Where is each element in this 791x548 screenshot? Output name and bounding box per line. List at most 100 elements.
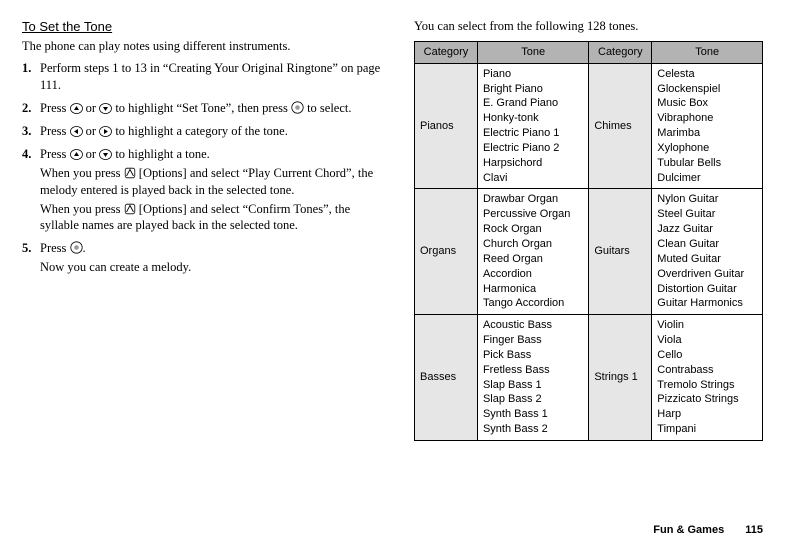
table-row: Organs Drawbar OrganPercussive OrganRock… [415,189,763,315]
step-text: Press or to highlight a tone. When you p… [40,146,392,234]
right-key-icon [99,126,112,137]
tone-list: Drawbar OrganPercussive OrganRock OrganC… [483,192,583,311]
footer-page: 115 [745,524,763,536]
list-item: Rock Organ [483,222,583,237]
list-item: Honky-tonk [483,111,583,126]
left-key-icon [70,126,83,137]
list-item: Pizzicato Strings [657,392,757,407]
center-key-icon [291,101,304,114]
col-header-tone: Tone [477,41,588,63]
list-item: Nylon Guitar [657,192,757,207]
list-item: Glockenspiel [657,82,757,97]
up-key-icon [70,103,83,114]
section-title: To Set the Tone [22,18,392,36]
category-cell: Basses [415,315,478,441]
table-header-row: Category Tone Category Tone [415,41,763,63]
list-item: Violin [657,318,757,333]
step-number: 1. [22,60,40,94]
tone-list: ViolinViolaCelloContrabassTremolo String… [657,318,757,437]
list-item: Harmonica [483,282,583,297]
tone-list: Nylon GuitarSteel GuitarJazz GuitarClean… [657,192,757,311]
list-item: Tremolo Strings [657,378,757,393]
category-cell: Chimes [589,63,652,189]
col-header-tone: Tone [652,41,763,63]
list-item: Guitar Harmonics [657,296,757,311]
category-cell: Organs [415,189,478,315]
table-row: Basses Acoustic BassFinger BassPick Bass… [415,315,763,441]
text-frag: Press [40,147,70,161]
text-frag: When you press [40,202,124,216]
list-item: Jazz Guitar [657,222,757,237]
right-intro: You can select from the following 128 to… [414,18,763,35]
list-item: Clavi [483,171,583,186]
col-header-category: Category [589,41,652,63]
step-5: 5. Press . Now you can create a melody. [22,240,392,276]
tone-cell: ViolinViolaCelloContrabassTremolo String… [652,315,763,441]
list-item: Electric Piano 2 [483,141,583,156]
list-item: Harp [657,407,757,422]
list-item: Accordion [483,267,583,282]
steps-list: 1. Perform steps 1 to 13 in “Creating Yo… [22,60,392,276]
page-footer: Fun & Games 115 [653,523,763,538]
softkey-icon [124,167,136,179]
step-subtext: When you press [Options] and select “Con… [40,201,392,235]
list-item: Marimba [657,126,757,141]
step-number: 3. [22,123,40,140]
down-key-icon [99,149,112,160]
list-item: Pick Bass [483,348,583,363]
list-item: Distortion Guitar [657,282,757,297]
list-item: Viola [657,333,757,348]
category-cell: Guitars [589,189,652,315]
footer-section: Fun & Games [653,524,724,536]
list-item: Bright Piano [483,82,583,97]
list-item: Timpani [657,422,757,437]
list-item: Electric Piano 1 [483,126,583,141]
step-subtext: Now you can create a melody. [40,259,392,276]
list-item: Dulcimer [657,171,757,186]
category-cell: Strings 1 [589,315,652,441]
step-2: 2. Press or to highlight “Set Tone”, the… [22,100,392,117]
tone-table: Category Tone Category Tone Pianos Piano… [414,41,763,441]
text-frag: or [83,101,100,115]
list-item: Acoustic Bass [483,318,583,333]
tone-cell: Nylon GuitarSteel GuitarJazz GuitarClean… [652,189,763,315]
tone-cell: Acoustic BassFinger BassPick BassFretles… [477,315,588,441]
text-frag: to highlight a tone. [112,147,210,161]
list-item: Fretless Bass [483,363,583,378]
text-frag: When you press [40,166,124,180]
text-frag: or [83,147,100,161]
text-frag: Press [40,241,70,255]
list-item: Church Organ [483,237,583,252]
list-item: Steel Guitar [657,207,757,222]
list-item: Cello [657,348,757,363]
table-row: Pianos PianoBright PianoE. Grand PianoHo… [415,63,763,189]
tone-list: CelestaGlockenspielMusic BoxVibraphoneMa… [657,67,757,186]
center-key-icon [70,241,83,254]
list-item: Vibraphone [657,111,757,126]
list-item: Synth Bass 1 [483,407,583,422]
list-item: Tango Accordion [483,296,583,311]
down-key-icon [99,103,112,114]
step-4: 4. Press or to highlight a tone. When yo… [22,146,392,234]
category-cell: Pianos [415,63,478,189]
step-text: Perform steps 1 to 13 in “Creating Your … [40,60,392,94]
left-column: To Set the Tone The phone can play notes… [22,18,392,441]
step-number: 4. [22,146,40,234]
list-item: Slap Bass 2 [483,392,583,407]
list-item: Muted Guitar [657,252,757,267]
list-item: Piano [483,67,583,82]
step-number: 5. [22,240,40,276]
list-item: Drawbar Organ [483,192,583,207]
step-number: 2. [22,100,40,117]
list-item: Reed Organ [483,252,583,267]
tone-cell: Drawbar OrganPercussive OrganRock OrganC… [477,189,588,315]
softkey-icon [124,203,136,215]
list-item: Synth Bass 2 [483,422,583,437]
text-frag: to highlight “Set Tone”, then press [112,101,291,115]
text-frag: . [83,241,86,255]
col-header-category: Category [415,41,478,63]
tone-cell: CelestaGlockenspielMusic BoxVibraphoneMa… [652,63,763,189]
tone-list: PianoBright PianoE. Grand PianoHonky-ton… [483,67,583,186]
list-item: E. Grand Piano [483,96,583,111]
list-item: Harpsichord [483,156,583,171]
